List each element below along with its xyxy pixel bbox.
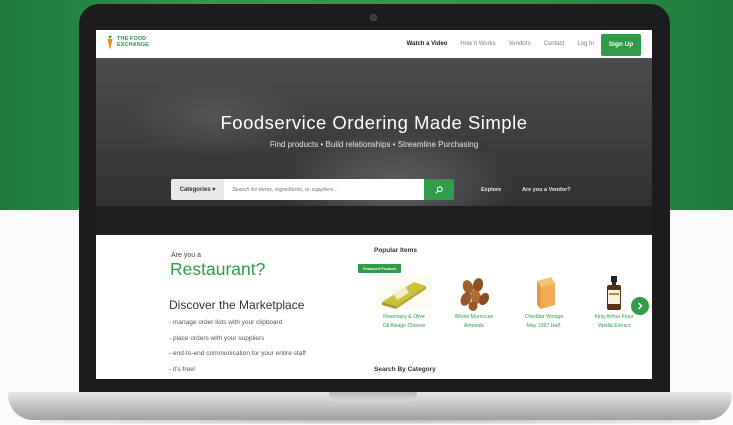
product-image <box>443 274 505 312</box>
search-strip <box>96 206 652 235</box>
nav-link-log-in[interactable]: Log In <box>577 41 594 47</box>
popular-items-heading: Popular Items <box>374 247 417 254</box>
list-item: - manage order lists with your clipboard <box>169 319 283 326</box>
logo-text: THE FOOD EXCHANGE <box>117 37 149 48</box>
product-card[interactable]: Cheddar Vintage May 1997 Half. <box>513 274 575 329</box>
nav-link-vendors[interactable]: Vendors <box>509 41 531 47</box>
product-name: May 1997 Half. <box>526 322 562 329</box>
carousel-next-button[interactable] <box>631 297 649 315</box>
camera-icon <box>370 14 377 21</box>
role-heading: Restaurant? <box>170 259 266 279</box>
nav-link-contact[interactable]: Contact <box>544 41 565 47</box>
logo[interactable]: THE FOOD EXCHANGE <box>107 36 149 50</box>
logo-line-2: EXCHANGE <box>117 42 149 48</box>
product-name: Whole Moroccan <box>454 314 494 320</box>
nav-link-watch-video[interactable]: Watch a Video <box>407 41 448 47</box>
cheddar-block-icon <box>537 277 555 309</box>
feature-list: - manage order lists with your clipboard… <box>169 319 306 379</box>
list-item: - end-to-end communication for your enti… <box>169 350 306 357</box>
product-name: King Arthur Flour <box>594 314 634 320</box>
featured-product-badge: Featured Product <box>358 264 402 273</box>
search-input[interactable] <box>224 179 424 200</box>
top-nav: THE FOOD EXCHANGE Watch a Video How it W… <box>96 30 652 58</box>
laptop-notch <box>329 392 417 401</box>
extract-bottle-icon <box>607 276 621 310</box>
product-name: Rosemary & Olive <box>383 314 425 320</box>
nav-links: Watch a Video How it Works Vendors Conta… <box>407 41 594 47</box>
website-screen: THE FOOD EXCHANGE Watch a Video How it W… <box>96 30 652 379</box>
list-item: - place orders with your suppliers <box>169 334 265 342</box>
product-carousel: Rosemary & Olive Oil Asiago Cheese Whole… <box>373 274 645 329</box>
product-name: Oil Asiago Cheese <box>382 322 426 329</box>
hero-subtitle: Find products • Build relationships • St… <box>269 140 479 149</box>
cheese-wedge-icon <box>376 276 432 310</box>
carrot-logo-icon <box>107 36 113 50</box>
search-bar: Categories ▾ <box>171 179 454 200</box>
nav-link-how-it-works[interactable]: How it Works <box>460 41 495 47</box>
hero-title: Foodservice Ordering Made Simple <box>220 112 528 133</box>
product-name: Cheddar Vintage <box>524 314 564 320</box>
product-card[interactable]: Whole Moroccan Almonds <box>443 274 505 329</box>
search-icon <box>435 185 443 194</box>
explore-link[interactable]: Explore <box>481 187 501 193</box>
almonds-icon <box>460 278 490 311</box>
product-image <box>373 274 435 312</box>
sign-up-button[interactable]: Sign Up <box>601 34 641 56</box>
hero-banner: Foodservice Ordering Made Simple Find pr… <box>96 58 652 235</box>
list-item: - it's free! <box>169 365 196 373</box>
are-you-label: Are you a <box>171 252 201 259</box>
laptop-base <box>8 392 732 420</box>
chevron-right-icon <box>637 302 643 310</box>
vendor-link[interactable]: Are you a Vendor? <box>522 187 571 193</box>
product-name: Vanilla Extract <box>597 322 631 329</box>
search-button[interactable] <box>424 179 454 200</box>
discover-heading: Discover the Marketplace <box>169 298 305 312</box>
product-image <box>513 274 575 312</box>
search-by-category-heading: Search By Category <box>374 366 436 373</box>
product-card[interactable]: Rosemary & Olive Oil Asiago Cheese <box>373 274 435 329</box>
categories-dropdown[interactable]: Categories ▾ <box>171 179 224 200</box>
product-name: Almonds <box>463 322 485 329</box>
